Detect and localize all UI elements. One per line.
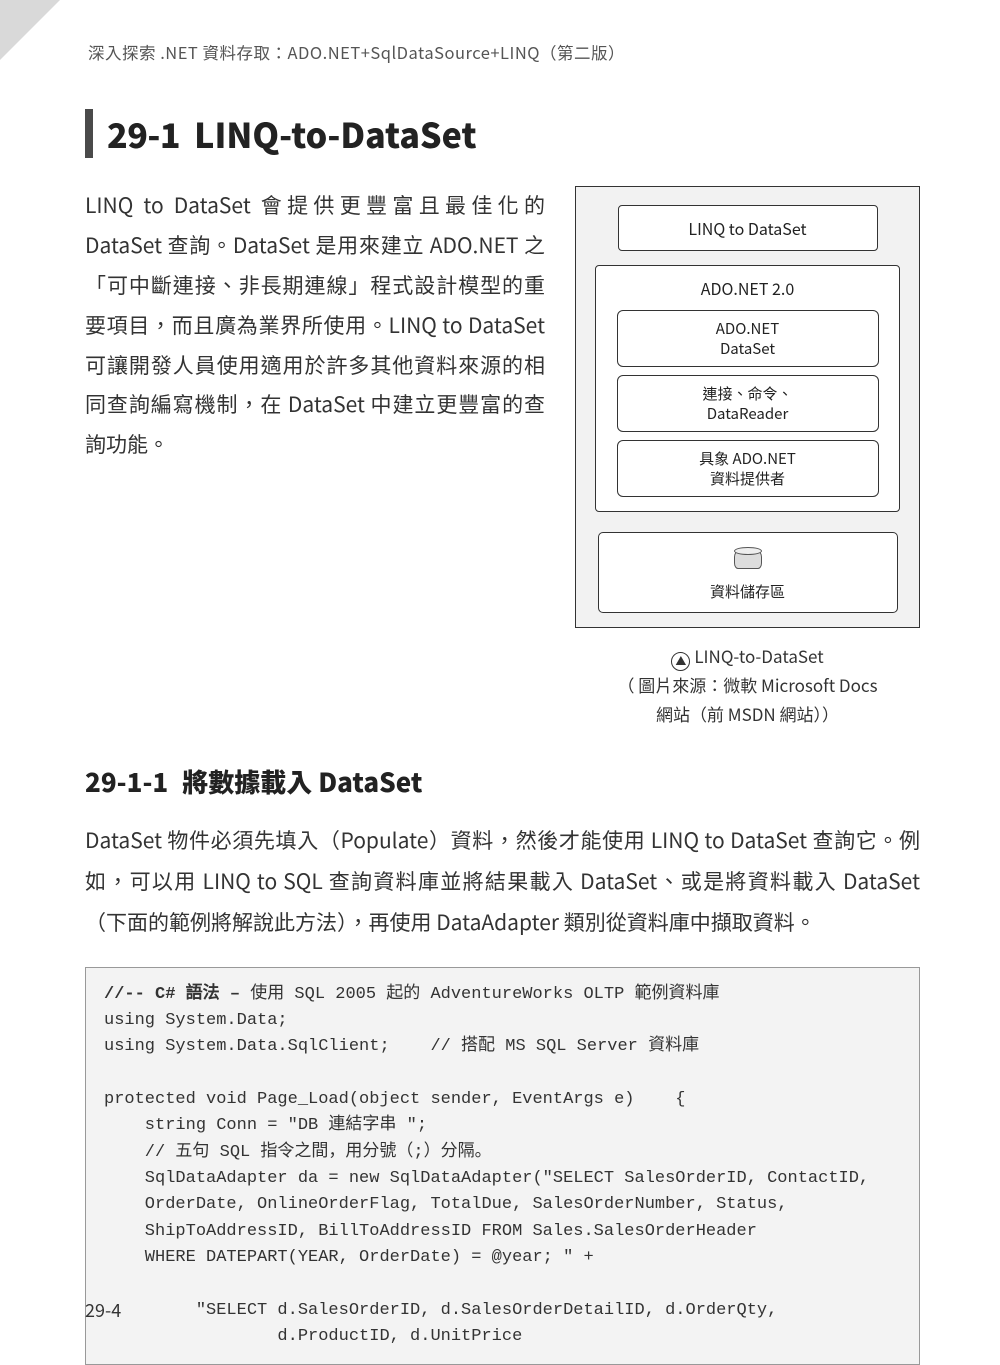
diagram-inner-line: ADO.NET <box>716 318 779 339</box>
diagram-inner-line: 資料提供者 <box>710 468 785 489</box>
diagram-inner-provider: 具象 ADO.NET 資料提供者 <box>617 440 879 497</box>
architecture-diagram: LINQ to DataSet ADO.NET 2.0 ADO.NET Data… <box>575 186 920 628</box>
two-column-row: LINQ to DataSet 會提供更豐富且最佳化的 DataSet 查詢。D… <box>85 186 920 729</box>
code-line: 使用 SQL 2005 起的 AdventureWorks OLTP 範例資料庫 <box>240 985 719 1004</box>
diagram-inner-datareader: 連接、命令、 DataReader <box>617 375 879 432</box>
diagram-box-linq: LINQ to DataSet <box>618 205 878 251</box>
diagram-box-storage: 資料儲存區 <box>598 532 898 613</box>
code-line: // 五句 SQL 指令之間，用分號（;）分隔。 <box>104 1143 492 1162</box>
diagram-inner-dataset: ADO.NET DataSet <box>617 310 879 367</box>
code-line: WHERE DATEPART(YEAR, OrderDate) = @year;… <box>104 1248 594 1267</box>
subsection-heading: 29-1-1 將數據載入 DataSet <box>85 763 920 800</box>
section-heading: 29-1 LINQ-to-DataSet <box>85 109 920 158</box>
figure-caption: ▲LINQ-to-DataSet （ 圖片來源：微軟 Microsoft Doc… <box>575 642 920 729</box>
intro-paragraph: LINQ to DataSet 會提供更豐富且最佳化的 DataSet 查詢。D… <box>85 186 545 465</box>
code-block: //-- C# 語法 – 使用 SQL 2005 起的 AdventureWor… <box>85 967 920 1365</box>
caption-line: （ 圖片來源：微軟 Microsoft Docs <box>617 672 877 697</box>
body-paragraph: DataSet 物件必須先填入（Populate）資料，然後才能使用 LINQ … <box>85 820 920 943</box>
code-line: using System.Data.SqlClient; // 搭配 MS SQ… <box>104 1037 699 1056</box>
code-line: protected void Page_Load(object sender, … <box>104 1090 686 1109</box>
page-number: 29-4 <box>85 1297 121 1323</box>
subsection-title: 將數據載入 DataSet <box>182 763 422 800</box>
code-line: ShipToAddressID, BillToAddressID FROM Sa… <box>104 1222 757 1241</box>
code-line: string Conn = "DB 連結字串 "; <box>104 1116 427 1135</box>
diagram-inner-line: DataSet <box>720 338 775 359</box>
code-line: OrderDate, OnlineOrderFlag, TotalDue, Sa… <box>104 1195 788 1214</box>
code-line: "SELECT d.SalesOrderID, d.SalesOrderDeta… <box>104 1301 777 1320</box>
database-icon <box>734 547 762 573</box>
code-line: d.ProductID, d.UnitPrice <box>104 1327 522 1346</box>
code-line-bold: //-- C# 語法 – <box>104 985 240 1004</box>
code-line: SqlDataAdapter da = new SqlDataAdapter("… <box>104 1169 869 1188</box>
caption-line: 網站（前 MSDN 網站）） <box>656 701 839 726</box>
running-head: 深入探索 .NET 資料存取：ADO.NET+SqlDataSource+LIN… <box>88 40 920 64</box>
diagram-inner-line: 連接、命令、 <box>702 383 792 404</box>
section-number: 29-1 <box>107 109 180 158</box>
intro-column: LINQ to DataSet 會提供更豐富且最佳化的 DataSet 查詢。D… <box>85 186 545 729</box>
diagram-column: LINQ to DataSet ADO.NET 2.0 ADO.NET Data… <box>575 186 920 729</box>
diagram-storage-label: 資料儲存區 <box>710 581 785 602</box>
section-title: LINQ-to-DataSet <box>194 109 477 158</box>
diagram-inner-line: 具象 ADO.NET <box>699 448 796 469</box>
caption-line: LINQ-to-DataSet <box>694 643 823 668</box>
diagram-box-adonet: ADO.NET 2.0 ADO.NET DataSet 連接、命令、 DataR… <box>595 265 900 512</box>
diagram-adonet-title: ADO.NET 2.0 <box>701 272 794 302</box>
page: 深入探索 .NET 資料存取：ADO.NET+SqlDataSource+LIN… <box>0 0 1000 1365</box>
diagram-inner-line: DataReader <box>707 403 789 424</box>
subsection-number: 29-1-1 <box>85 763 168 800</box>
code-line: using System.Data; <box>104 1011 288 1030</box>
caption-arrow-icon: ▲ <box>671 652 690 671</box>
